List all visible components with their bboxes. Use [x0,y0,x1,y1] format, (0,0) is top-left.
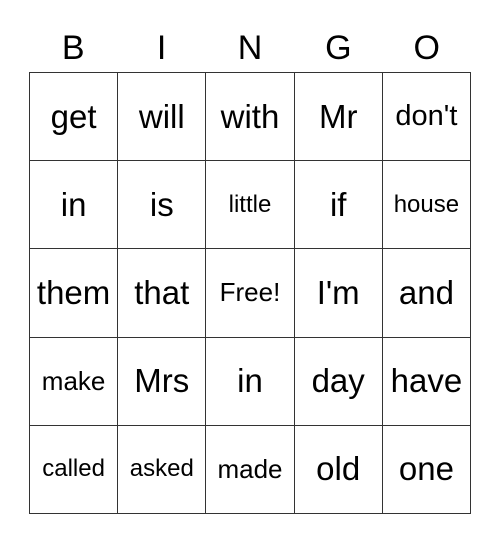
bingo-grid: get will with Mr don't in is little if house them t… [29,72,471,514]
bingo-cell[interactable]: in [206,337,295,426]
bingo-cell[interactable]: and [382,249,471,338]
bingo-cell[interactable]: little [206,161,295,250]
free-space-cell[interactable]: Free! [206,249,295,338]
bingo-cell[interactable]: will [118,73,207,162]
header-letter-n: N [237,29,263,67]
bingo-cell[interactable]: get [30,73,119,162]
bingo-cell[interactable]: asked [118,425,207,514]
bingo-cell[interactable]: that [118,249,207,338]
bingo-cell[interactable]: called [30,425,119,514]
bingo-header: BINGO [29,28,471,68]
bingo-cell[interactable]: Mr [294,73,383,162]
bingo-cell[interactable]: old [294,425,383,514]
bingo-cell[interactable]: with [206,73,295,162]
bingo-cell[interactable]: if [294,161,383,250]
header-letter-b: B [61,29,85,67]
bingo-cell[interactable]: one [382,425,471,514]
header-letter-i: I [156,29,167,67]
bingo-cell[interactable]: I'm [294,249,383,338]
bingo-cell[interactable]: made [206,425,295,514]
bingo-cell[interactable]: have [382,337,471,426]
bingo-cell[interactable]: Mrs [118,337,207,426]
header-letter-g: G [325,29,352,67]
bingo-cell[interactable]: make [30,337,119,426]
bingo-cell[interactable]: house [382,161,471,250]
bingo-cell[interactable]: in [30,161,119,250]
bingo-cell[interactable]: don't [382,73,471,162]
bingo-cell[interactable]: is [118,161,207,250]
bingo-cell[interactable]: them [30,249,119,338]
header-letter-o: O [413,29,440,67]
bingo-cell[interactable]: day [294,337,383,426]
